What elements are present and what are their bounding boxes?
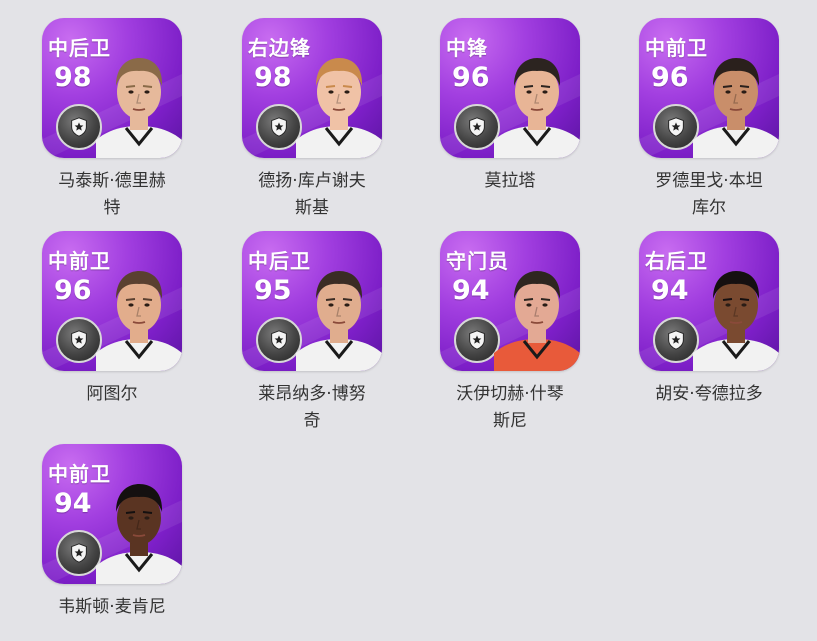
player-card[interactable]: 中后卫 98	[42, 18, 182, 158]
player-cell: 中前卫 94 韦斯顿·麦肯尼	[0, 426, 200, 638]
player-name-line1: 莫拉塔	[484, 171, 536, 191]
player-name: 莱昂纳多·博努 奇	[200, 381, 424, 435]
player-name-line2: 斯尼	[493, 411, 527, 431]
player-card[interactable]: 中前卫 96	[639, 18, 779, 158]
player-card-grid: 中后卫 98 马泰斯·德里赫 特 右边锋 98 德扬·库卢谢夫 斯基 中锋 96	[0, 0, 817, 641]
player-cell: 右后卫 94 胡安·夸德拉多	[597, 213, 797, 425]
rating-value: 96	[651, 62, 689, 93]
player-cell: 中后卫 95 莱昂纳多·博努 奇	[200, 213, 400, 431]
player-card[interactable]: 右边锋 98	[242, 18, 382, 158]
position-label: 中锋	[446, 36, 488, 60]
player-portrait	[296, 58, 382, 158]
rating-value: 95	[254, 275, 292, 306]
player-portrait	[96, 58, 182, 158]
player-cell: 中前卫 96 罗德里戈·本坦 库尔	[597, 0, 797, 218]
rating-value: 94	[54, 488, 92, 519]
rating-value: 96	[452, 62, 490, 93]
player-name: 胡安·夸德拉多	[597, 381, 817, 408]
player-portrait	[693, 271, 779, 371]
player-card[interactable]: 中后卫 95	[242, 231, 382, 371]
player-name-line1: 马泰斯·德里赫	[58, 171, 166, 191]
player-name-line1: 阿图尔	[86, 384, 138, 404]
player-portrait	[494, 271, 580, 371]
player-portrait	[693, 58, 779, 158]
player-portrait	[96, 484, 182, 584]
rating-value: 94	[452, 275, 490, 306]
player-name: 韦斯顿·麦肯尼	[0, 594, 224, 621]
rating-value: 98	[54, 62, 92, 93]
player-name: 沃伊切赫·什琴 斯尼	[398, 381, 622, 435]
player-name: 阿图尔	[0, 381, 224, 408]
player-card[interactable]: 中锋 96	[440, 18, 580, 158]
rating-value: 94	[651, 275, 689, 306]
player-portrait	[494, 58, 580, 158]
player-card[interactable]: 中前卫 96	[42, 231, 182, 371]
player-name-line1: 德扬·库卢谢夫	[258, 171, 366, 191]
player-cell: 中后卫 98 马泰斯·德里赫 特	[0, 0, 200, 218]
player-cell: 右边锋 98 德扬·库卢谢夫 斯基	[200, 0, 400, 218]
player-name-line1: 罗德里戈·本坦	[655, 171, 763, 191]
player-name-line2: 奇	[303, 411, 321, 431]
player-name-line1: 沃伊切赫·什琴	[456, 384, 564, 404]
player-card[interactable]: 右后卫 94	[639, 231, 779, 371]
player-name: 莫拉塔	[398, 168, 622, 195]
rating-value: 96	[54, 275, 92, 306]
player-card[interactable]: 守门员 94	[440, 231, 580, 371]
player-cell: 中前卫 96 阿图尔	[0, 213, 200, 425]
player-name-line1: 韦斯顿·麦肯尼	[58, 597, 166, 617]
player-card[interactable]: 中前卫 94	[42, 444, 182, 584]
player-name-line1: 莱昂纳多·博努	[258, 384, 366, 404]
player-name-line1: 胡安·夸德拉多	[655, 384, 763, 404]
player-portrait	[96, 271, 182, 371]
player-cell: 中锋 96 莫拉塔	[398, 0, 598, 212]
player-cell: 守门员 94 沃伊切赫·什琴 斯尼	[398, 213, 598, 431]
rating-value: 98	[254, 62, 292, 93]
player-portrait	[296, 271, 382, 371]
